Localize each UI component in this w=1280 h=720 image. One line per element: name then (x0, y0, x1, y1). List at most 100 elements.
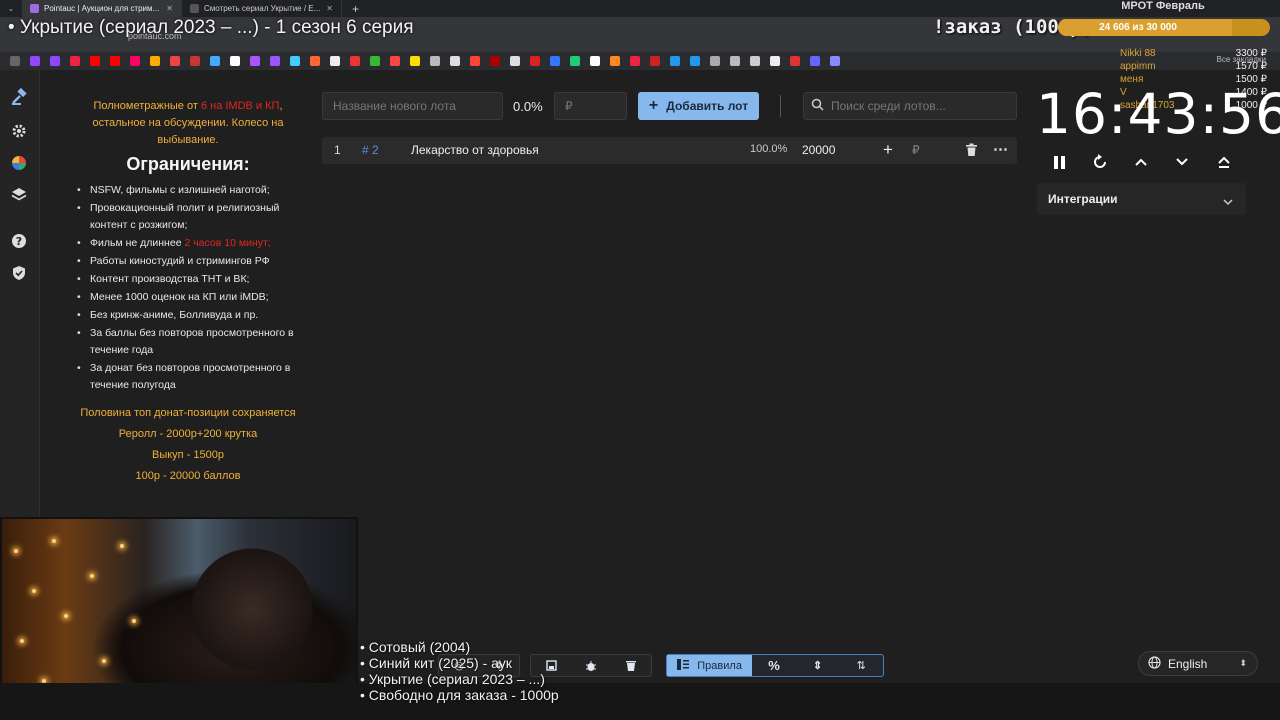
bookmark-icon[interactable] (130, 56, 140, 66)
shield-icon[interactable] (10, 264, 28, 282)
bookmark-icon[interactable] (50, 56, 60, 66)
rules-button[interactable]: Правила (667, 655, 753, 676)
donor-amount: 3300 ₽ (1235, 48, 1267, 59)
tab-pointauc[interactable]: Pointauc | Аукцион для стрим... ✕ (22, 0, 182, 17)
view-tools-group: Правила % ⇕ ⇅ (666, 654, 884, 677)
lot-search-input[interactable]: Поиск среди лотов... (803, 92, 1017, 120)
pointauc-favicon-icon (30, 4, 39, 13)
bookmark-icon[interactable] (330, 56, 340, 66)
lot-percent: 100.0% (750, 143, 788, 155)
bookmark-icon[interactable] (270, 56, 280, 66)
bookmark-icon[interactable] (810, 56, 820, 66)
bookmark-icon[interactable] (390, 56, 400, 66)
wheel-icon[interactable] (10, 154, 28, 172)
restriction-item: Работы киностудий и стримингов РФ (77, 253, 310, 270)
language-value: English (1168, 656, 1208, 671)
compact-view-icon[interactable]: ⇕ (796, 655, 840, 676)
restriction-text: Фильм не длиннее (90, 237, 185, 249)
bookmark-icon[interactable] (170, 56, 180, 66)
bookmark-icon[interactable] (410, 56, 420, 66)
bookmark-icon[interactable] (650, 56, 660, 66)
add-amount-icon[interactable]: + (883, 140, 893, 160)
close-tab-icon[interactable]: ✕ (326, 4, 333, 13)
tab-series[interactable]: Смотреть сериал Укрытие / Е... ✕ (182, 0, 342, 17)
bookmark-icon[interactable] (730, 56, 740, 66)
bookmark-icon[interactable] (610, 56, 620, 66)
bookmark-icon[interactable] (590, 56, 600, 66)
lot-row[interactable]: 1 # 2 Лекарство от здоровья 100.0% 20000… (322, 137, 1017, 164)
add-lot-button[interactable]: + Добавить лот (638, 92, 759, 120)
new-lot-amount-input[interactable]: ₽ (554, 92, 627, 120)
bookmark-icon[interactable] (350, 56, 360, 66)
bookmark-icon[interactable] (430, 56, 440, 66)
bookmark-icon[interactable] (310, 56, 320, 66)
bookmark-icon[interactable] (190, 56, 200, 66)
bookmark-icon[interactable] (770, 56, 780, 66)
search-icon (811, 98, 824, 111)
bookmark-icon[interactable] (570, 56, 580, 66)
bookmark-icon[interactable] (710, 56, 720, 66)
bookmark-icon[interactable] (150, 56, 160, 66)
bookmark-icon[interactable] (490, 56, 500, 66)
bookmark-icon[interactable] (210, 56, 220, 66)
decrease-time-icon[interactable] (1171, 151, 1193, 173)
bookmark-icon[interactable] (690, 56, 700, 66)
bookmark-icon[interactable] (110, 56, 120, 66)
bookmark-icon[interactable] (230, 56, 240, 66)
donation-goal-progress: 24 606 из 30 000 (1099, 22, 1177, 33)
new-tab-icon[interactable]: + (342, 2, 359, 16)
browser-tab-bar: ⌄ Pointauc | Аукцион для стрим... ✕ Смот… (0, 0, 1280, 17)
new-lot-name-input[interactable]: Название нового лота (322, 92, 503, 120)
bookmark-icon[interactable] (30, 56, 40, 66)
bookmark-icon[interactable] (90, 56, 100, 66)
bookmark-icon[interactable] (830, 56, 840, 66)
pause-icon[interactable] (1048, 151, 1070, 173)
more-options-icon[interactable]: ⋯ (993, 140, 1008, 158)
bookmark-icon[interactable] (370, 56, 380, 66)
settings-gear-icon[interactable] (10, 122, 28, 140)
bookmark-icon[interactable] (550, 56, 560, 66)
bookmark-icon[interactable] (70, 56, 80, 66)
bookmark-icon[interactable] (750, 56, 760, 66)
bookmark-icon[interactable] (530, 56, 540, 66)
queue-item: Синий кит (2025) - аук (360, 655, 559, 671)
chevron-down-icon (1223, 193, 1233, 211)
donation-goal-bar: 24 606 из 30 000 (1058, 19, 1270, 36)
bookmark-icon[interactable] (290, 56, 300, 66)
plus-icon: + (648, 97, 659, 114)
rules-icon (677, 658, 690, 673)
bookmark-icon[interactable] (670, 56, 680, 66)
bug-icon[interactable] (571, 655, 611, 676)
restrictions-heading: Ограничения: (126, 154, 250, 174)
delete-lot-icon[interactable] (965, 143, 978, 160)
close-tab-icon[interactable]: ✕ (166, 4, 173, 13)
bookmark-icon[interactable] (450, 56, 460, 66)
language-select[interactable]: English ⬍ (1138, 651, 1258, 676)
apps-icon[interactable] (10, 56, 20, 66)
percent-toggle-icon[interactable]: % (752, 655, 796, 676)
rules-label: Правила (697, 659, 742, 672)
layers-icon[interactable] (10, 186, 28, 204)
lot-currency[interactable]: ₽ (912, 143, 920, 157)
lot-name[interactable]: Лекарство от здоровья (411, 143, 539, 157)
double-time-icon[interactable] (1213, 151, 1235, 173)
restriction-item: Контент производства ТНТ и ВК; (77, 271, 310, 288)
bookmark-icon[interactable] (630, 56, 640, 66)
lot-amount[interactable]: 20000 (802, 143, 835, 157)
bookmark-icon[interactable] (470, 56, 480, 66)
rules-footer: Половина топ донат-позиции сохраняется Р… (40, 403, 336, 487)
integrations-accordion[interactable]: Интеграции (1037, 183, 1246, 215)
help-icon[interactable]: ? (10, 232, 28, 250)
auction-hammer-icon[interactable] (10, 88, 28, 106)
svg-text:?: ? (16, 235, 22, 248)
bookmark-icon[interactable] (250, 56, 260, 66)
bookmark-icon[interactable] (510, 56, 520, 66)
bookmark-icon[interactable] (790, 56, 800, 66)
tab-menu-icon[interactable]: ⌄ (0, 4, 22, 13)
lot-index: 1 (334, 143, 341, 157)
clear-lots-icon[interactable] (611, 655, 651, 676)
increase-time-icon[interactable] (1130, 151, 1152, 173)
reset-timer-icon[interactable] (1089, 151, 1111, 173)
sort-icon[interactable]: ⇅ (839, 655, 883, 676)
integrations-label: Интеграции (1048, 192, 1118, 206)
